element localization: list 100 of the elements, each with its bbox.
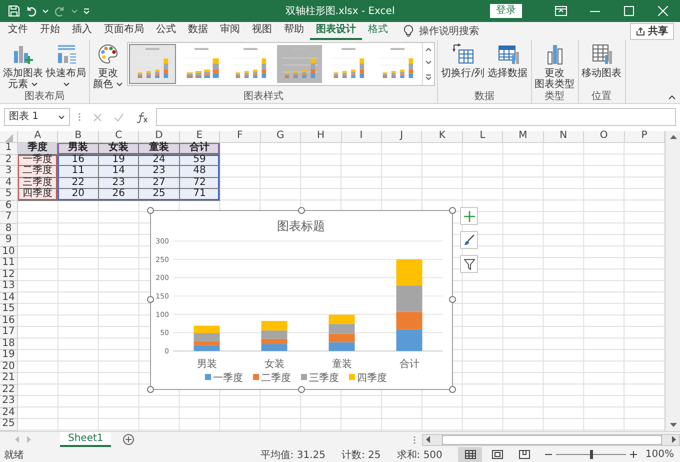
table-cell[interactable]: 22 — [58, 178, 99, 189]
column-header[interactable]: P — [624, 131, 665, 143]
row-header[interactable]: 4 — [0, 178, 18, 189]
table-cell[interactable]: 一季度 — [18, 154, 58, 166]
row-header[interactable]: 11 — [0, 258, 18, 270]
column-header[interactable]: N — [544, 131, 584, 143]
table-cell[interactable]: 23 — [98, 178, 140, 189]
column-header[interactable]: H — [301, 131, 342, 143]
column-header[interactable]: J — [382, 131, 422, 143]
column-header[interactable]: C — [98, 131, 140, 143]
ribbon-button[interactable]: 添加图表 元素 — [2, 42, 44, 91]
ribbon-button[interactable]: 快速布局 — [45, 42, 87, 91]
ribbon-tab[interactable]: 插入 — [66, 22, 98, 40]
ribbon-tab[interactable]: 审阅 — [214, 22, 246, 40]
table-cell[interactable]: 童装 — [139, 143, 180, 154]
table-cell[interactable]: 27 — [139, 178, 180, 189]
row-header[interactable]: 13 — [0, 281, 18, 292]
vertical-scrollbar[interactable] — [665, 131, 680, 431]
add-element-button[interactable] — [460, 207, 478, 225]
row-header[interactable]: 2 — [0, 154, 18, 166]
ribbon-button[interactable]: 更改 颜色 — [92, 42, 124, 91]
column-header[interactable]: I — [342, 131, 382, 143]
ribbon-tab[interactable]: 文件 — [2, 22, 34, 40]
function-icon[interactable] — [136, 112, 148, 122]
table-cell[interactable]: 24 — [139, 154, 180, 166]
table-cell[interactable]: 三季度 — [18, 178, 58, 189]
chart-style-thumbnail[interactable] — [129, 44, 176, 84]
zoom-level[interactable]: 100% — [645, 449, 674, 460]
row-header[interactable]: 12 — [0, 270, 18, 281]
sign-in-button[interactable]: 登录 — [490, 4, 522, 18]
column-header[interactable]: K — [422, 131, 463, 143]
row-header[interactable]: 21 — [0, 373, 18, 384]
collapse-ribbon-icon[interactable] — [668, 95, 676, 100]
column-header[interactable]: M — [503, 131, 544, 143]
tell-me-field[interactable]: 操作说明搜索 — [419, 24, 479, 38]
row-header[interactable]: 15 — [0, 304, 18, 316]
row-header[interactable]: 1 — [0, 143, 18, 154]
filter-button[interactable] — [460, 255, 478, 273]
row-header[interactable]: 18 — [0, 338, 18, 350]
table-cell[interactable]: 合计 — [180, 143, 220, 154]
ribbon-tab[interactable]: 格式 — [362, 22, 394, 40]
row-header[interactable]: 25 — [0, 419, 18, 430]
column-header[interactable]: L — [462, 131, 504, 143]
scroll-up-icon[interactable] — [425, 47, 432, 52]
table-cell[interactable]: 二季度 — [18, 166, 58, 178]
resize-handle[interactable] — [146, 296, 154, 303]
table-cell[interactable]: 71 — [180, 189, 220, 200]
table-cell[interactable]: 16 — [58, 154, 99, 166]
resize-handle[interactable] — [146, 206, 154, 214]
table-cell[interactable]: 72 — [180, 178, 220, 189]
more-icon[interactable] — [425, 74, 432, 81]
resize-handle[interactable] — [298, 206, 304, 214]
ribbon-tab[interactable]: 图表设计 — [310, 22, 362, 40]
share-button[interactable]: 共享 — [630, 22, 674, 40]
ribbon-button[interactable]: 切换行/列 — [440, 42, 486, 80]
table-cell[interactable]: 11 — [58, 166, 99, 178]
ribbon-display-icon[interactable] — [555, 6, 567, 16]
ribbon-button[interactable]: 选择数据 — [486, 42, 529, 80]
scroll-left-icon[interactable] — [425, 436, 430, 443]
row-header[interactable]: 10 — [0, 246, 18, 258]
row-header[interactable]: 20 — [0, 362, 18, 373]
table-cell[interactable]: 23 — [139, 166, 180, 178]
scroll-right-icon[interactable] — [672, 436, 677, 443]
row-header[interactable]: 17 — [0, 327, 18, 338]
row-header[interactable]: 23 — [0, 396, 18, 408]
add-sheet-icon[interactable] — [123, 434, 134, 445]
resize-handle[interactable] — [146, 386, 154, 392]
ribbon-tab[interactable]: 页面布局 — [98, 22, 150, 40]
table-cell[interactable]: 14 — [98, 166, 140, 178]
table-cell[interactable]: 男装 — [58, 143, 99, 154]
ribbon-tab[interactable]: 公式 — [150, 22, 182, 40]
scroll-down-icon[interactable] — [425, 60, 432, 66]
undo-icon[interactable] — [25, 5, 37, 17]
maximize-icon[interactable] — [624, 6, 634, 16]
table-cell[interactable]: 女装 — [98, 143, 140, 154]
row-header[interactable]: 8 — [0, 224, 18, 235]
table-cell[interactable]: 四季度 — [18, 189, 58, 200]
row-header[interactable]: 6 — [0, 200, 18, 212]
row-header[interactable]: 19 — [0, 350, 18, 362]
table-cell[interactable]: 48 — [180, 166, 220, 178]
table-cell[interactable]: 20 — [58, 189, 99, 200]
scroll-up-icon[interactable] — [670, 134, 676, 139]
ribbon-tab[interactable]: 数据 — [182, 22, 214, 40]
table-cell[interactable]: 19 — [98, 154, 140, 166]
ribbon-button[interactable]: 更改 图表类型 — [534, 42, 576, 91]
table-cell[interactable]: 25 — [139, 189, 180, 200]
column-header[interactable]: E — [180, 131, 220, 143]
zoom-in-icon[interactable] — [630, 451, 638, 458]
chart-style-thumbnail[interactable] — [276, 44, 324, 84]
resize-handle[interactable] — [448, 206, 456, 214]
ribbon-tab[interactable]: 帮助 — [278, 22, 310, 40]
zoom-thumb[interactable] — [590, 450, 593, 459]
ribbon-tab[interactable]: 视图 — [246, 22, 278, 40]
customize-icon[interactable] — [83, 8, 90, 14]
table-cell[interactable]: 59 — [180, 154, 220, 166]
row-header[interactable]: 3 — [0, 166, 18, 178]
row-header[interactable]: 16 — [0, 316, 18, 327]
column-header[interactable]: O — [584, 131, 625, 143]
close-icon[interactable] — [658, 6, 668, 16]
column-header[interactable]: D — [139, 131, 180, 143]
